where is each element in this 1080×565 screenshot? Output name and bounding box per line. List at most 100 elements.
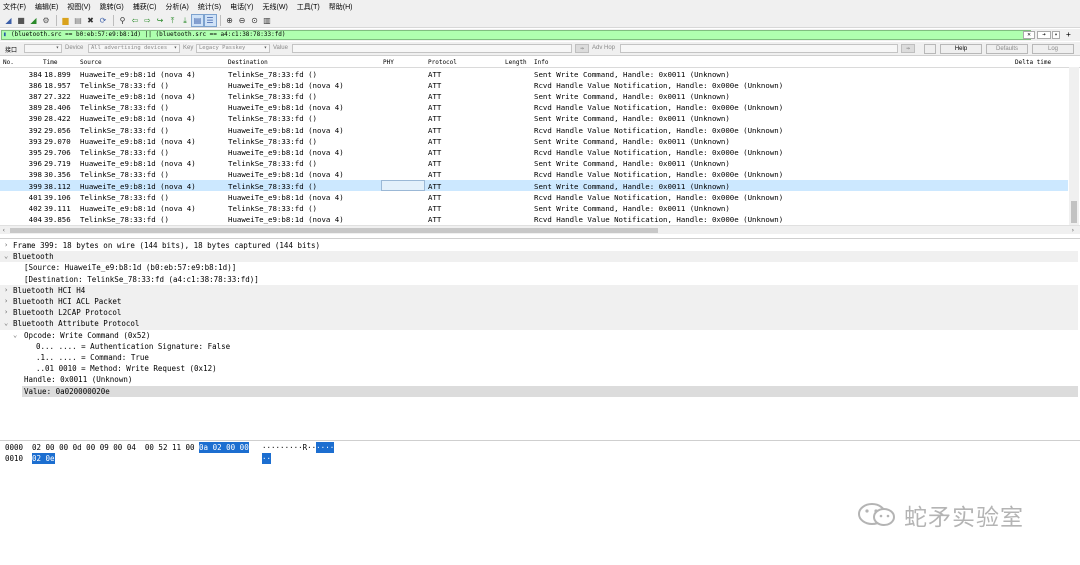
detail-tree-item[interactable]: ..01 0010 = Method: Write Request (0x12) xyxy=(0,363,1078,374)
detail-tree-item[interactable]: › Bluetooth HCI ACL Packet xyxy=(0,296,1078,308)
go-last-icon[interactable]: ⤓ xyxy=(180,15,191,26)
hex-bytes-selected[interactable]: 02 0e xyxy=(32,452,55,464)
auto-scroll-icon[interactable]: ▤ xyxy=(191,13,204,27)
menu-item[interactable]: 文件(F) xyxy=(3,2,26,12)
help-button[interactable]: Help xyxy=(940,44,982,54)
table-row[interactable]: 393 29.070 HuaweiTe_e9:b8:1d (nova 4) Telin… xyxy=(0,135,1068,146)
defaults-button[interactable]: Defaults xyxy=(986,44,1028,54)
table-row[interactable]: 399 38.112 HuaweiTe_e9:b8:1d (nova 4) Telin… xyxy=(0,180,1068,192)
go-forward-icon[interactable]: ⇨ xyxy=(142,15,153,26)
menu-item[interactable]: 帮助(H) xyxy=(329,2,353,12)
hex-bytes-selected[interactable]: 0a 02 00 00 xyxy=(199,442,249,453)
column-info[interactable]: Info xyxy=(534,59,548,66)
table-row[interactable]: 395 29.706 TelinkSe_78:33:fd () HuaweiTe_e9… xyxy=(0,146,1068,157)
colorize-icon[interactable]: ☰ xyxy=(203,13,217,27)
open-file-icon[interactable]: ▆ xyxy=(60,15,71,26)
column-protocol[interactable]: Protocol xyxy=(428,59,457,66)
zoom-in-icon[interactable]: ⊕ xyxy=(224,15,235,26)
zoom-out-icon[interactable]: ⊖ xyxy=(237,15,248,26)
adv-hop-apply-icon[interactable]: ⇒ xyxy=(575,44,589,53)
detail-tree-item[interactable]: ⌄ Bluetooth xyxy=(0,251,1078,263)
menu-item[interactable]: 捕获(C) xyxy=(133,2,157,12)
interface-select[interactable]: ▾ xyxy=(24,44,62,53)
log-button[interactable]: Log xyxy=(1032,44,1074,54)
go-back-icon[interactable]: ⇦ xyxy=(130,15,141,26)
detail-tree-item[interactable]: ⌄ Opcode: Write Command (0x52) xyxy=(0,330,1078,341)
detail-tree-item[interactable]: [Destination: TelinkSe_78:33:fd (a4:c1:3… xyxy=(0,274,1078,285)
collapse-arrow-icon[interactable]: ⌄ xyxy=(13,330,17,341)
blank-button[interactable] xyxy=(924,44,936,54)
column-length[interactable]: Length xyxy=(505,59,527,66)
vertical-scroll-thumb[interactable] xyxy=(1071,201,1077,223)
column-phy[interactable]: PHY xyxy=(383,59,394,66)
find-packet-icon[interactable]: ⚲ xyxy=(117,15,128,26)
scroll-right-icon[interactable]: › xyxy=(1071,227,1075,234)
table-row[interactable]: 387 27.322 HuaweiTe_e9:b8:1d (nova 4) Telin… xyxy=(0,90,1068,101)
detail-tree-item[interactable]: › Bluetooth HCI H4 xyxy=(0,284,1078,296)
filter-bookmark-icon[interactable]: ▮ xyxy=(3,31,7,38)
scroll-left-icon[interactable]: ‹ xyxy=(2,227,6,234)
expand-arrow-icon[interactable]: › xyxy=(4,307,8,318)
menu-item[interactable]: 无线(W) xyxy=(263,2,288,12)
adv-hop-input[interactable] xyxy=(620,44,898,53)
ascii-bytes-selected[interactable]: ·· xyxy=(262,452,272,464)
menu-item[interactable]: 跳转(G) xyxy=(100,2,124,12)
detail-tree-item[interactable]: Value: 0a020000020e xyxy=(22,385,1078,397)
column-time[interactable]: Time xyxy=(43,59,57,66)
ascii-bytes-selected[interactable]: ···· xyxy=(316,442,335,453)
column-source[interactable]: Source xyxy=(80,59,102,66)
table-row[interactable]: 384 18.899 HuaweiTe_e9:b8:1d (nova 4) Telin… xyxy=(0,68,1068,79)
column-delta-time[interactable]: Delta time xyxy=(1015,59,1051,66)
resize-columns-icon[interactable]: ▥ xyxy=(262,15,273,26)
detail-tree-item[interactable]: › Frame 399: 18 bytes on wire (144 bits),… xyxy=(0,240,1078,251)
detail-tree-item[interactable]: .1.. .... = Command: True xyxy=(0,352,1078,363)
apply-icon[interactable]: ⇒ xyxy=(901,44,915,53)
packet-list-horizontal-scrollbar[interactable]: ‹ › xyxy=(0,225,1080,234)
table-row[interactable]: 402 39.111 HuaweiTe_e9:b8:1d (nova 4) Telin… xyxy=(0,202,1068,213)
column-destination[interactable]: Destination xyxy=(228,59,268,66)
expand-arrow-icon[interactable]: › xyxy=(4,240,8,251)
detail-tree-item[interactable]: › Bluetooth L2CAP Protocol xyxy=(0,307,1078,319)
device-select[interactable]: All advertising devices ▾ xyxy=(88,44,180,53)
menu-item[interactable]: 编辑(E) xyxy=(35,2,58,12)
zoom-reset-icon[interactable]: ⊙ xyxy=(249,15,260,26)
table-row[interactable]: 396 29.719 HuaweiTe_e9:b8:1d (nova 4) Telin… xyxy=(0,158,1068,169)
add-filter-button-icon[interactable]: + xyxy=(1066,30,1071,40)
hex-bytes[interactable]: 02 00 00 0d 00 09 00 04 00 52 11 00 xyxy=(32,442,199,453)
close-file-icon[interactable]: ✖ xyxy=(85,15,96,26)
stop-capture-icon[interactable]: ■ xyxy=(16,15,27,26)
collapse-arrow-icon[interactable]: ⌄ xyxy=(4,251,8,262)
filter-clear-icon[interactable]: ✕ xyxy=(1023,31,1035,39)
selected-cell-phy[interactable] xyxy=(381,180,425,191)
reload-file-icon[interactable]: ⟳ xyxy=(98,15,109,26)
ascii-bytes[interactable]: ·········R·· xyxy=(262,442,316,453)
save-file-icon[interactable]: ▤ xyxy=(73,15,84,26)
collapse-arrow-icon[interactable]: ⌄ xyxy=(4,318,8,329)
detail-tree-item[interactable]: ⌄ Bluetooth Attribute Protocol xyxy=(0,318,1078,330)
table-row[interactable]: 392 29.056 TelinkSe_78:33:fd () HuaweiTe_e9… xyxy=(0,124,1068,135)
table-row[interactable]: 389 28.406 TelinkSe_78:33:fd () HuaweiTe_e9… xyxy=(0,102,1068,113)
detail-tree-item[interactable]: [Source: HuaweiTe_e9:b8:1d (b0:eb:57:e9:… xyxy=(0,262,1078,273)
capture-options-icon[interactable]: ⚙ xyxy=(41,15,52,26)
filter-dropdown-icon[interactable]: ▾ xyxy=(1052,31,1060,39)
menu-item[interactable]: 统计(S) xyxy=(198,2,221,12)
menu-item[interactable]: 视图(V) xyxy=(67,2,90,12)
menu-item[interactable]: 工具(T) xyxy=(297,2,320,12)
go-first-icon[interactable]: ⤒ xyxy=(167,15,178,26)
go-to-packet-icon[interactable]: ↪ xyxy=(155,15,166,26)
horizontal-scroll-thumb[interactable] xyxy=(10,228,658,233)
value-input[interactable] xyxy=(292,44,572,53)
menu-item[interactable]: 电话(Y) xyxy=(230,2,253,12)
table-row[interactable]: 404 39.856 TelinkSe_78:33:fd () HuaweiTe_e9… xyxy=(0,214,1068,225)
display-filter-input[interactable]: (bluetooth.src == b0:eb:57:e9:b8:1d) || … xyxy=(1,30,1031,40)
detail-tree-item[interactable]: 0... .... = Authentication Signature: Fa… xyxy=(0,341,1078,352)
menu-item[interactable]: 分析(A) xyxy=(165,2,188,12)
key-select[interactable]: Legacy Passkey ▾ xyxy=(196,44,270,53)
table-row[interactable]: 390 28.422 HuaweiTe_e9:b8:1d (nova 4) Telin… xyxy=(0,113,1068,124)
restart-capture-icon[interactable]: ◢ xyxy=(28,15,39,26)
expand-arrow-icon[interactable]: › xyxy=(4,296,8,307)
table-row[interactable]: 386 18.957 TelinkSe_78:33:fd () HuaweiTe_e9… xyxy=(0,79,1068,90)
packet-list-vertical-scrollbar[interactable] xyxy=(1069,67,1079,225)
shark-fin-start-icon[interactable]: ◢ xyxy=(3,15,14,26)
column-no[interactable]: No. xyxy=(3,59,14,66)
